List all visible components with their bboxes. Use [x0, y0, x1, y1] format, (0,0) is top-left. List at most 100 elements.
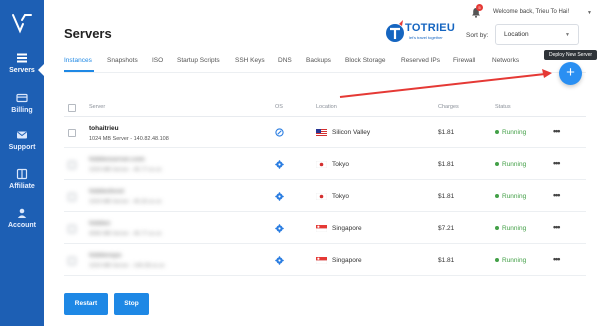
page-title: Servers	[64, 26, 112, 41]
row-checkbox[interactable]	[68, 257, 76, 265]
server-details: 1024 MB Server - 149.28.xx.xx	[89, 263, 165, 269]
chevron-down-icon: ▼	[565, 32, 570, 38]
tab-backups[interactable]: Backups	[306, 57, 331, 64]
tab-snapshots[interactable]: Snapshots	[107, 57, 138, 64]
tab-firewall[interactable]: Firewall	[453, 57, 475, 64]
stop-button[interactable]: Stop	[114, 293, 149, 315]
servers-icon	[17, 53, 27, 63]
active-indicator	[38, 64, 44, 76]
tab-startup-scripts[interactable]: Startup Scripts	[177, 57, 220, 64]
tab-dns[interactable]: DNS	[278, 57, 292, 64]
us-flag-icon	[316, 129, 327, 136]
tab-iso[interactable]: ISO	[152, 57, 163, 64]
sidebar-item-account[interactable]: Account	[0, 207, 44, 247]
select-all-checkbox[interactable]	[68, 104, 76, 112]
status-badge: Running	[495, 129, 526, 136]
sidebar-item-label: Support	[8, 144, 36, 151]
table-row[interactable]: hiddenserver.com 1024 MB Server - 45.77.…	[64, 149, 586, 180]
welcome-user-menu[interactable]: Welcome back, Trieu To Hai!	[493, 9, 569, 15]
table-row[interactable]: tohaitrieu 1024 MB Server - 140.82.48.10…	[64, 117, 586, 148]
gear-os-icon	[275, 192, 284, 201]
row-checkbox[interactable]	[68, 161, 76, 169]
brand-tagline: let's travel together	[409, 35, 443, 40]
more-options-icon[interactable]: •••	[553, 254, 561, 264]
status-badge: Running	[495, 257, 526, 264]
more-options-icon[interactable]: •••	[553, 126, 561, 136]
server-location: Tokyo	[332, 193, 349, 200]
chevron-down-icon[interactable]: ▼	[587, 10, 592, 16]
tab-reserved-ips[interactable]: Reserved IPs	[401, 57, 440, 64]
server-location: Singapore	[332, 257, 362, 264]
vultr-logo-icon[interactable]	[10, 12, 34, 34]
os-icon	[275, 128, 284, 137]
sort-select[interactable]: Location ▼	[495, 24, 579, 45]
status-badge: Running	[495, 225, 526, 232]
table-row[interactable]: hiddenhost 1024 MB Server - 45.32.xx.xx …	[64, 181, 586, 212]
jp-flag-icon	[316, 193, 327, 200]
sidebar-item-affiliate[interactable]: Affiliate	[0, 168, 44, 208]
status-dot	[495, 162, 499, 167]
sg-flag-icon	[316, 257, 327, 264]
row-checkbox[interactable]	[68, 225, 76, 233]
status-dot	[495, 130, 499, 135]
server-details: 1024 MB Server - 45.32.xx.xx	[89, 199, 162, 205]
column-header-server: Server	[89, 104, 106, 110]
sidebar-item-support[interactable]: Support	[0, 129, 44, 169]
sidebar-item-label: Affiliate	[9, 183, 35, 190]
notification-badge: 5	[476, 4, 483, 11]
server-details: 1024 MB Server - 45.77.xx.xx	[89, 167, 162, 173]
server-name[interactable]: tohaitrieu	[89, 125, 119, 132]
more-options-icon[interactable]: •••	[553, 190, 561, 200]
server-name[interactable]: hidden	[89, 220, 110, 227]
status-badge: Running	[495, 193, 526, 200]
row-checkbox[interactable]	[68, 129, 76, 137]
column-header-charges: Charges	[438, 104, 459, 110]
column-header-location: Location	[316, 104, 337, 110]
sort-select-value: Location	[504, 31, 529, 38]
affiliate-icon	[16, 168, 28, 180]
server-charges: $1.81	[438, 161, 455, 168]
sidebar: Servers Billing Support Affiliate Accoun…	[0, 0, 44, 326]
tab-networks[interactable]: Networks	[492, 57, 519, 64]
sidebar-item-billing[interactable]: Billing	[0, 92, 44, 132]
table-row[interactable]: hiddenvps 1024 MB Server - 149.28.xx.xx …	[64, 245, 586, 276]
gear-os-icon	[275, 256, 284, 265]
column-header-status: Status	[495, 104, 511, 110]
server-name[interactable]: hiddenserver.com	[89, 156, 145, 163]
row-checkbox[interactable]	[68, 193, 76, 201]
server-name[interactable]: hiddenhost	[89, 188, 124, 195]
support-icon	[17, 131, 27, 139]
server-charges: $1.81	[438, 193, 455, 200]
server-details: 4096 MB Server - 45.77.xx.xx	[89, 231, 162, 237]
tab-ssh-keys[interactable]: SSH Keys	[235, 57, 265, 64]
billing-icon	[16, 93, 28, 103]
sg-flag-icon	[316, 225, 327, 232]
column-header-os: OS	[275, 104, 283, 110]
status-dot	[495, 258, 499, 263]
table-row[interactable]: hidden 4096 MB Server - 45.77.xx.xx Sing…	[64, 213, 586, 244]
gear-os-icon	[275, 224, 284, 233]
server-charges: $7.21	[438, 225, 455, 232]
sort-label: Sort by:	[466, 32, 489, 39]
sidebar-item-label: Account	[8, 222, 36, 229]
tab-block-storage[interactable]: Block Storage	[345, 57, 385, 64]
server-location: Silicon Valley	[332, 129, 371, 136]
deploy-new-server-button[interactable]: +	[559, 62, 582, 85]
restart-button[interactable]: Restart	[64, 293, 108, 315]
account-icon	[17, 208, 27, 218]
more-options-icon[interactable]: •••	[553, 158, 561, 168]
server-name[interactable]: hiddenvps	[89, 252, 122, 259]
status-badge: Running	[495, 161, 526, 168]
server-charges: $1.81	[438, 257, 455, 264]
more-options-icon[interactable]: •••	[553, 222, 561, 232]
deploy-tooltip: Deploy New Server	[544, 50, 598, 60]
sidebar-item-label: Billing	[11, 107, 33, 114]
server-details: 1024 MB Server - 140.82.48.108	[89, 136, 169, 142]
divider	[64, 72, 586, 73]
jp-flag-icon	[316, 161, 327, 168]
server-location: Tokyo	[332, 161, 349, 168]
server-charges: $1.81	[438, 129, 455, 136]
server-location: Singapore	[332, 225, 362, 232]
gear-os-icon	[275, 160, 284, 169]
tab-instances[interactable]: Instances	[64, 57, 92, 64]
